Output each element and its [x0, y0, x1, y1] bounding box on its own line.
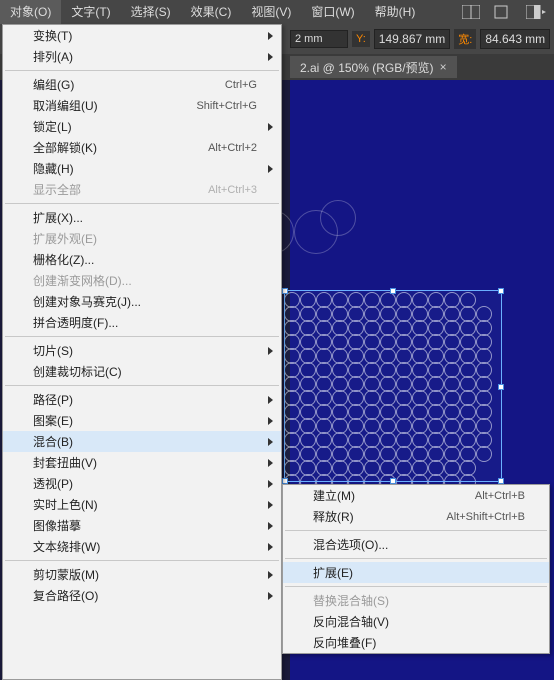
menu-item[interactable]: 排列(A)	[3, 46, 281, 67]
menu-item[interactable]: 图像描摹	[3, 515, 281, 536]
chevron-right-icon	[268, 438, 273, 446]
width-field[interactable]: 84.643 mm	[480, 29, 550, 49]
chevron-right-icon	[268, 123, 273, 131]
menu-item[interactable]: 变换(T)	[3, 25, 281, 46]
blend-submenu-dropdown: 建立(M)Alt+Ctrl+B释放(R)Alt+Shift+Ctrl+B 混合选项…	[282, 484, 550, 654]
chevron-right-icon	[268, 459, 273, 467]
object-menu-dropdown: 变换(T)排列(A) 编组(G)Ctrl+G取消编组(U)Shift+Ctrl+G…	[2, 24, 282, 680]
menu-item: 替换混合轴(S)	[283, 590, 549, 611]
doc-icon[interactable]	[494, 5, 512, 19]
menu-item[interactable]: 复合路径(O)	[3, 585, 281, 606]
menu-item[interactable]: 实时上色(N)	[3, 494, 281, 515]
menu-item[interactable]: 反向混合轴(V)	[283, 611, 549, 632]
chevron-right-icon	[268, 480, 273, 488]
width-label: 宽:	[454, 29, 476, 49]
menu-item[interactable]: 剪切蒙版(M)	[3, 564, 281, 585]
tab-document[interactable]: 2.ai @ 150% (RGB/预览) ×	[290, 56, 457, 78]
menu-effect[interactable]: 效果(C)	[181, 0, 242, 24]
chevron-right-icon	[268, 417, 273, 425]
menu-item: 显示全部Alt+Ctrl+3	[3, 179, 281, 200]
menu-item[interactable]: 拼合透明度(F)...	[3, 312, 281, 333]
y-label: Y:	[352, 31, 370, 47]
chevron-right-icon	[268, 347, 273, 355]
menu-item[interactable]: 创建裁切标记(C)	[3, 361, 281, 382]
menu-item[interactable]: 透视(P)	[3, 473, 281, 494]
chevron-right-icon	[268, 522, 273, 530]
menu-item[interactable]: 释放(R)Alt+Shift+Ctrl+B	[283, 506, 549, 527]
menu-text[interactable]: 文字(T)	[61, 0, 120, 24]
menu-item[interactable]: 文本绕排(W)	[3, 536, 281, 557]
menu-item[interactable]: 隐藏(H)	[3, 158, 281, 179]
chevron-right-icon	[268, 165, 273, 173]
menu-item[interactable]: 混合(B)	[3, 431, 281, 452]
menubar: 对象(O) 文字(T) 选择(S) 效果(C) 视图(V) 窗口(W) 帮助(H…	[0, 0, 554, 24]
menu-item[interactable]: 封套扭曲(V)	[3, 452, 281, 473]
selection-box	[284, 290, 502, 482]
menu-item[interactable]: 取消编组(U)Shift+Ctrl+G	[3, 95, 281, 116]
menu-item[interactable]: 锁定(L)	[3, 116, 281, 137]
menu-item[interactable]: 全部解锁(K)Alt+Ctrl+2	[3, 137, 281, 158]
close-icon[interactable]: ×	[440, 60, 447, 74]
menu-item[interactable]: 混合选项(O)...	[283, 534, 549, 555]
menu-item[interactable]: 切片(S)	[3, 340, 281, 361]
menu-item[interactable]: 路径(P)	[3, 389, 281, 410]
menu-item[interactable]: 栅格化(Z)...	[3, 249, 281, 270]
menu-item: 创建渐变网格(D)...	[3, 270, 281, 291]
menu-select[interactable]: 选择(S)	[121, 0, 181, 24]
menu-item: 扩展外观(E)	[3, 228, 281, 249]
menu-item[interactable]: 建立(M)Alt+Ctrl+B	[283, 485, 549, 506]
menu-window[interactable]: 窗口(W)	[301, 0, 364, 24]
menu-item[interactable]: 扩展(X)...	[3, 207, 281, 228]
chevron-right-icon	[268, 571, 273, 579]
menu-item[interactable]: 扩展(E)	[283, 562, 549, 583]
x-value-suffix: 2 mm	[290, 30, 348, 48]
menu-item[interactable]: 创建对象马赛克(J)...	[3, 291, 281, 312]
chevron-right-icon	[268, 592, 273, 600]
tab-label: 2.ai @ 150% (RGB/预览)	[300, 59, 434, 76]
menu-item[interactable]: 反向堆叠(F)	[283, 632, 549, 653]
menu-object[interactable]: 对象(O)	[0, 0, 61, 24]
menu-help[interactable]: 帮助(H)	[365, 0, 426, 24]
layout-toggle-icon[interactable]	[526, 5, 544, 19]
menu-view[interactable]: 视图(V)	[241, 0, 301, 24]
chevron-right-icon	[268, 396, 273, 404]
menu-item[interactable]: 编组(G)Ctrl+G	[3, 74, 281, 95]
chevron-right-icon	[268, 32, 273, 40]
menu-item[interactable]: 图案(E)	[3, 410, 281, 431]
layout-icon[interactable]	[462, 5, 480, 19]
y-field[interactable]: 149.867 mm	[374, 29, 450, 49]
chevron-right-icon	[268, 543, 273, 551]
chevron-right-icon	[268, 53, 273, 61]
chevron-right-icon	[268, 501, 273, 509]
